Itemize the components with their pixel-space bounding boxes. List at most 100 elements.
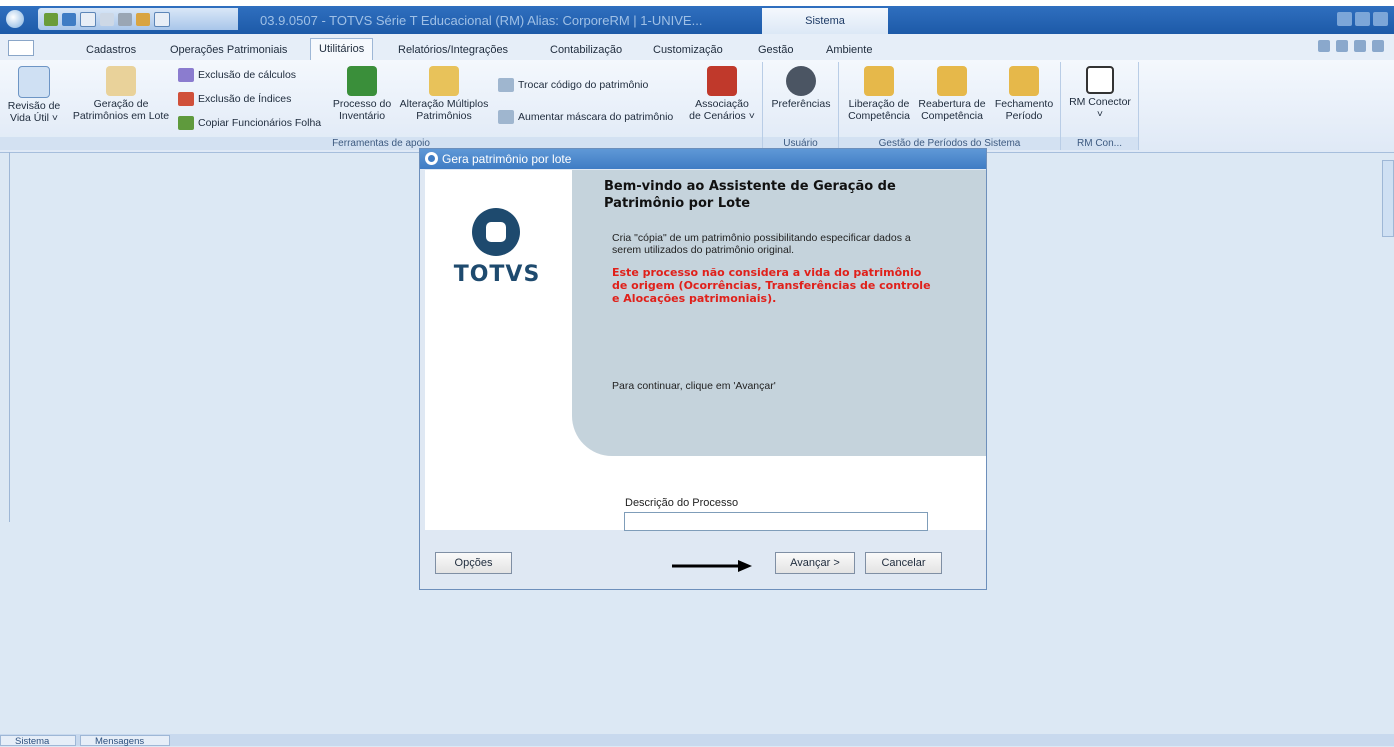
wizard-warning: Este processo não considera a vida do pa… bbox=[612, 266, 931, 305]
trocar-codigo-button[interactable]: Trocar código do patrimônio bbox=[498, 78, 648, 92]
context-tab-sistema[interactable]: Sistema bbox=[762, 8, 888, 34]
group-rm-conector: RM Conector ˅ RM Con... bbox=[1061, 62, 1139, 150]
tab-ambiente[interactable]: Ambiente bbox=[826, 40, 872, 60]
pointer-arrow-icon bbox=[672, 560, 752, 572]
group-label: RM Con... bbox=[1061, 137, 1138, 150]
alteracao-multiplos-button[interactable]: Alteração Múltiplos Patrimônios bbox=[396, 66, 492, 122]
geracao-patrimonios-lote-button[interactable]: Geração de Patrimônios em Lote bbox=[68, 66, 174, 122]
button-label: Reabertura de bbox=[918, 98, 986, 110]
button-label: Alteração Múltiplos bbox=[399, 98, 489, 110]
quick-tool-icon[interactable] bbox=[136, 12, 150, 26]
button-label: Exclusão de Índices bbox=[198, 93, 292, 105]
quick-tool-icon[interactable] bbox=[100, 12, 114, 26]
totvs-logo-text: TOTVS bbox=[453, 262, 541, 287]
reabertura-competencia-button[interactable]: Reabertura de Competência bbox=[915, 66, 989, 122]
calendar-close-icon bbox=[1009, 66, 1039, 96]
layout-icon[interactable] bbox=[1354, 40, 1366, 52]
minimize-icon[interactable] bbox=[1337, 12, 1352, 26]
restore-icon[interactable] bbox=[1355, 12, 1370, 26]
button-label: Exclusão de cálculos bbox=[198, 69, 297, 81]
workspace-divider bbox=[9, 152, 10, 522]
button-label: Liberação de bbox=[848, 98, 910, 110]
button-label: Patrimônios em Lote bbox=[72, 110, 170, 122]
wizard-dialog: Gera patrimônio por lote TOTVS Bem-vindo… bbox=[419, 148, 987, 590]
tab-contabilizacao[interactable]: Contabilização bbox=[550, 40, 622, 60]
preferencias-button[interactable]: Preferências bbox=[767, 66, 835, 110]
connector-grid-icon bbox=[1086, 66, 1114, 94]
percent-icon bbox=[18, 66, 50, 98]
window-title: 03.9.0507 - TOTVS Série T Educacional (R… bbox=[260, 13, 703, 28]
copy-employees-icon bbox=[178, 116, 194, 130]
button-label: Período bbox=[1005, 110, 1043, 122]
status-mensagens-button[interactable]: Mensagens bbox=[80, 735, 170, 747]
user-icon bbox=[786, 66, 816, 96]
multiple-edit-icon bbox=[429, 66, 459, 96]
tab-relatorios-integracoes[interactable]: Relatórios/Integrações bbox=[398, 40, 508, 60]
button-label: Preferências bbox=[771, 98, 831, 110]
quick-tool-icon[interactable] bbox=[62, 12, 76, 26]
app-menu-button[interactable] bbox=[8, 40, 34, 56]
scenario-icon bbox=[707, 66, 737, 96]
side-panel-tab[interactable] bbox=[1382, 160, 1394, 237]
close-icon[interactable] bbox=[1373, 12, 1388, 26]
exclusao-indices-button[interactable]: Exclusão de Índices bbox=[178, 92, 291, 106]
button-label: Aumentar máscara do patrimônio bbox=[518, 111, 674, 123]
fechamento-periodo-button[interactable]: Fechamento Período bbox=[989, 66, 1059, 122]
tab-customizacao[interactable]: Customização bbox=[653, 40, 723, 60]
button-label: Vida Útil ˅ bbox=[10, 112, 58, 124]
app-orb-icon[interactable] bbox=[6, 10, 24, 28]
button-label: Geração de bbox=[93, 98, 149, 110]
inventory-icon bbox=[347, 66, 377, 96]
tab-utilitarios[interactable]: Utilitários bbox=[310, 38, 374, 61]
group-gestao-periodos: Liberação de Competência Reabertura de C… bbox=[839, 62, 1061, 150]
wizard-description: Cria "cópia" de um patrimônio possibilit… bbox=[612, 232, 911, 256]
help-bulb-icon[interactable] bbox=[1372, 40, 1384, 52]
descricao-processo-input[interactable] bbox=[624, 512, 928, 531]
button-label: Competência bbox=[921, 110, 983, 122]
button-label: Processo do bbox=[332, 98, 392, 110]
ribbon-tabs: Cadastros Operações Patrimoniais Utilitá… bbox=[0, 34, 1394, 61]
button-label: Copiar Funcionários Folha bbox=[198, 117, 322, 129]
continue-instruction: Para continuar, clique em 'Avançar' bbox=[612, 380, 776, 392]
exclusao-calculos-button[interactable]: Exclusão de cálculos bbox=[178, 68, 296, 82]
swap-code-icon bbox=[498, 78, 514, 92]
window-controls bbox=[1337, 12, 1388, 26]
quick-tool-icon[interactable] bbox=[80, 11, 96, 27]
button-label: Patrimônios bbox=[416, 110, 472, 122]
tab-cadastros[interactable]: Cadastros bbox=[86, 40, 136, 60]
descricao-processo-label: Descrição do Processo bbox=[625, 497, 739, 509]
dialog-body: TOTVS Bem-vindo ao Assistente de Geração… bbox=[425, 170, 986, 531]
processo-inventario-button[interactable]: Processo do Inventário bbox=[326, 66, 398, 122]
options-button[interactable]: Opções bbox=[435, 552, 512, 574]
button-label: RM Conector bbox=[1069, 96, 1131, 108]
tab-gestao[interactable]: Gestão bbox=[758, 40, 793, 60]
button-label: Trocar código do patrimônio bbox=[518, 79, 649, 91]
online-icon[interactable] bbox=[1336, 40, 1348, 52]
tab-operacoes-patrimoniais[interactable]: Operações Patrimoniais bbox=[170, 40, 287, 60]
associacao-cenarios-button[interactable]: Associação de Cenários ˅ bbox=[686, 66, 758, 122]
generate-assets-icon bbox=[106, 66, 136, 96]
totvs-logo-icon bbox=[472, 208, 520, 256]
status-sistema-button[interactable]: Sistema bbox=[0, 735, 76, 747]
quick-tool-icon[interactable] bbox=[44, 12, 58, 26]
liberacao-competencia-button[interactable]: Liberação de Competência bbox=[843, 66, 915, 122]
cancel-button[interactable]: Cancelar bbox=[865, 552, 942, 574]
revisao-vida-util-button[interactable]: Revisão de Vida Útil ˅ bbox=[2, 66, 66, 124]
totvs-logo: TOTVS bbox=[447, 208, 547, 287]
collapse-ribbon-icon[interactable] bbox=[1318, 40, 1330, 52]
copiar-funcionarios-button[interactable]: Copiar Funcionários Folha bbox=[178, 116, 321, 130]
dialog-title-bar: Gera patrimônio por lote bbox=[420, 149, 986, 169]
quick-tool-icon[interactable] bbox=[118, 12, 132, 26]
button-label: de Cenários ˅ bbox=[689, 110, 755, 122]
delete-calculation-icon bbox=[178, 68, 194, 82]
mask-icon bbox=[498, 110, 514, 124]
delete-index-icon bbox=[178, 92, 194, 106]
ribbon: Revisão de Vida Útil ˅ Geração de Patrim… bbox=[0, 60, 1394, 153]
status-bar: Sistema Mensagens bbox=[0, 734, 1394, 747]
quick-tool-icon[interactable] bbox=[154, 11, 170, 27]
aumentar-mascara-button[interactable]: Aumentar máscara do patrimônio bbox=[498, 110, 673, 124]
rm-conector-button[interactable]: RM Conector ˅ bbox=[1065, 66, 1135, 120]
next-button[interactable]: Avançar > bbox=[775, 552, 855, 574]
group-ferramentas-de-apoio: Revisão de Vida Útil ˅ Geração de Patrim… bbox=[0, 62, 763, 150]
calendar-release-icon bbox=[864, 66, 894, 96]
